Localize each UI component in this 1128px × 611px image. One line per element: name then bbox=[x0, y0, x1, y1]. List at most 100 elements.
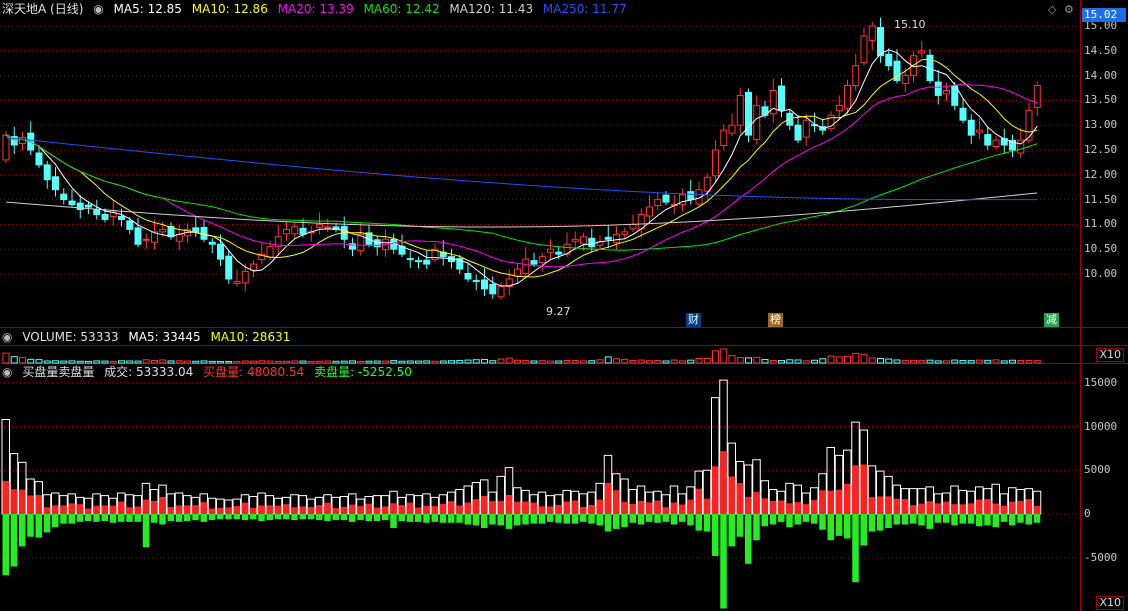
order-tick-label: 10000 bbox=[1084, 419, 1118, 433]
order-buy-bar bbox=[910, 505, 917, 514]
order-buy-bar bbox=[1009, 501, 1016, 514]
candle-body bbox=[728, 124, 736, 134]
order-sell-bar bbox=[118, 514, 125, 522]
order-buy-bar bbox=[967, 503, 975, 514]
order-buy-bar bbox=[217, 507, 224, 514]
order-sell-bar bbox=[10, 514, 18, 567]
order-sell-bar bbox=[291, 514, 298, 521]
volume-bar bbox=[530, 360, 538, 364]
order-buy-bar bbox=[258, 505, 265, 514]
order-buy-bar bbox=[291, 507, 298, 514]
price-tick-label: 12.00 bbox=[1084, 167, 1118, 181]
candle-body bbox=[415, 260, 422, 263]
order-buy-bar bbox=[192, 505, 199, 514]
order-buy-bar bbox=[802, 504, 810, 514]
candle-body bbox=[241, 271, 249, 284]
volume-bar bbox=[720, 348, 728, 364]
order-buy-bar bbox=[786, 503, 793, 514]
candle-body bbox=[266, 246, 274, 258]
candle-body bbox=[538, 256, 546, 264]
billboard-badge[interactable]: 榜 bbox=[768, 313, 783, 327]
volume-bar bbox=[217, 360, 224, 364]
candle-body bbox=[654, 199, 662, 207]
order-sell-bar bbox=[679, 514, 686, 522]
order-sell-bar bbox=[943, 514, 950, 523]
order-sell-bar bbox=[901, 514, 909, 525]
order-sell-bar bbox=[761, 514, 768, 527]
volume-bar bbox=[316, 360, 323, 364]
candle-body bbox=[604, 236, 612, 240]
order-sell-bar bbox=[60, 514, 67, 524]
order-buy-bar bbox=[431, 506, 438, 514]
price-tick-label: 14.00 bbox=[1084, 68, 1118, 82]
volume-bar bbox=[291, 360, 299, 364]
candle-body bbox=[802, 119, 810, 138]
order-sell-bar bbox=[208, 514, 216, 521]
volume-bar bbox=[951, 359, 959, 364]
candle-body bbox=[794, 124, 802, 141]
order-sell-bar bbox=[934, 514, 942, 523]
order-sell-bar bbox=[893, 514, 900, 525]
order-buy-bar bbox=[274, 505, 282, 514]
order-sell-bar bbox=[307, 514, 315, 520]
order-sell-bar bbox=[134, 514, 141, 522]
volume-bar bbox=[382, 360, 389, 364]
volume-bar bbox=[299, 360, 307, 364]
order-buy-bar bbox=[555, 504, 562, 514]
ma60-line bbox=[5, 134, 1038, 251]
candle-body bbox=[68, 200, 76, 206]
order-sell-bar bbox=[629, 514, 636, 523]
price-tick-label: 11.00 bbox=[1084, 217, 1118, 231]
candle-body bbox=[472, 279, 480, 282]
order-buy-bar bbox=[728, 476, 735, 514]
volume-bar bbox=[984, 359, 992, 364]
order-buy-bar bbox=[109, 505, 117, 514]
order-sell-bar bbox=[1009, 514, 1016, 526]
volume-bar bbox=[357, 360, 365, 364]
price-chart[interactable] bbox=[0, 0, 1080, 325]
volume-bar bbox=[456, 359, 464, 364]
order-buy-bar bbox=[695, 488, 702, 514]
candle-body bbox=[901, 75, 909, 85]
volume-bar bbox=[192, 360, 200, 364]
order-buy-bar bbox=[266, 505, 273, 514]
order-sell-bar bbox=[472, 514, 480, 526]
volume-bar bbox=[27, 358, 35, 364]
order-buy-bar bbox=[27, 495, 34, 514]
order-sell-bar bbox=[1000, 514, 1008, 522]
order-buy-bar bbox=[984, 499, 991, 514]
order-sell-bar bbox=[703, 514, 711, 532]
order-sell-bar bbox=[712, 514, 719, 556]
order-buy-bar bbox=[1000, 505, 1008, 514]
reduce-badge[interactable]: 减 bbox=[1044, 313, 1059, 327]
volume-toggle-icon[interactable]: ◉ bbox=[2, 330, 12, 344]
candle-body bbox=[35, 152, 43, 166]
order-buy-bar bbox=[283, 504, 290, 514]
order-chart[interactable] bbox=[0, 364, 1080, 610]
order-buy-bar bbox=[992, 503, 999, 514]
volume-bar bbox=[10, 356, 18, 364]
order-sell-bar bbox=[835, 514, 843, 536]
order-buy-bar bbox=[794, 502, 801, 514]
order-buy-bar bbox=[844, 483, 851, 514]
candle-body bbox=[324, 226, 332, 229]
order-sell-bar bbox=[687, 514, 694, 526]
order-sell-bar bbox=[555, 514, 562, 523]
volume-bar bbox=[365, 360, 373, 364]
finance-badge[interactable]: 财 bbox=[686, 313, 701, 327]
order-sell-bar bbox=[745, 514, 752, 564]
candle-body bbox=[60, 193, 68, 201]
order-sell-bar bbox=[390, 514, 397, 528]
order-sell-bar bbox=[184, 514, 191, 521]
order-buy-bar bbox=[126, 507, 133, 514]
order-sell-bar bbox=[868, 514, 876, 532]
volume-bar bbox=[142, 359, 150, 364]
volume-bar bbox=[258, 360, 266, 364]
volume-bar bbox=[943, 360, 950, 364]
order-sell-bar bbox=[76, 514, 84, 522]
order-buy-bar bbox=[571, 500, 579, 514]
candle-body bbox=[217, 243, 224, 260]
volume-chart[interactable] bbox=[0, 346, 1080, 364]
candle-body bbox=[52, 176, 59, 191]
order-sell-bar bbox=[926, 514, 933, 529]
